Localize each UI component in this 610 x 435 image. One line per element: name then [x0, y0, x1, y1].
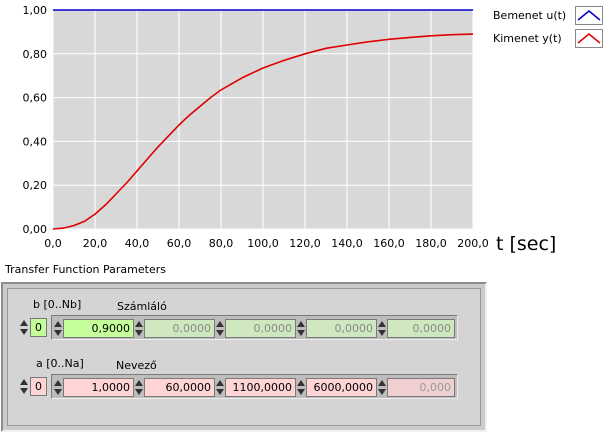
y-tick-labels: 0,00 0,20 0,40 0,60 0,80 1,00 [23, 4, 48, 236]
element-spinner[interactable] [378, 378, 387, 397]
a-element-1[interactable]: 60,0000 [135, 378, 215, 397]
element-spinner[interactable] [135, 319, 144, 338]
down-arrow-icon[interactable] [297, 389, 305, 395]
element-spinner[interactable] [54, 319, 63, 338]
up-arrow-icon[interactable] [216, 380, 224, 386]
x-tick-label: 180,0 [415, 237, 447, 250]
a-value-field[interactable]: 1,0000 [63, 378, 134, 397]
b-index-field[interactable]: 0 [30, 318, 47, 337]
x-tick-label: 200,0 [457, 237, 489, 250]
down-arrow-icon[interactable] [216, 389, 224, 395]
chart-legend: Bemenet u(t) Kimenet y(t) [488, 3, 608, 51]
y-tick-label: 0,20 [23, 179, 48, 192]
b-element-2[interactable]: 0,0000 [216, 319, 296, 338]
element-spinner[interactable] [297, 319, 306, 338]
x-tick-label: 80,0 [209, 237, 234, 250]
up-arrow-icon[interactable] [216, 321, 224, 327]
up-arrow-icon[interactable] [20, 379, 28, 385]
a-value-field[interactable]: 6000,0000 [306, 378, 377, 397]
x-tick-label: 120,0 [289, 237, 321, 250]
b-value-field[interactable]: 0,0000 [144, 319, 215, 338]
x-tick-label: 140,0 [331, 237, 363, 250]
b-index-spinner[interactable] [20, 318, 29, 337]
up-arrow-icon[interactable] [54, 380, 62, 386]
b-array-label: Számláló [117, 300, 167, 313]
up-arrow-icon[interactable] [135, 321, 143, 327]
element-spinner[interactable] [297, 378, 306, 397]
x-tick-label: 160,0 [373, 237, 405, 250]
up-arrow-icon[interactable] [297, 380, 305, 386]
element-spinner[interactable] [54, 378, 63, 397]
legend-item-output[interactable]: Kimenet y(t) [488, 28, 608, 50]
line-swatch-icon [575, 6, 603, 25]
a-element-4[interactable]: 0,000 [378, 378, 455, 397]
y-tick-label: 1,00 [23, 4, 48, 17]
b-value-field[interactable]: 0,0000 [306, 319, 377, 338]
a-index-field[interactable]: 0 [30, 377, 47, 396]
down-arrow-icon[interactable] [378, 330, 386, 336]
b-element-4[interactable]: 0,0000 [378, 319, 455, 338]
down-arrow-icon[interactable] [54, 389, 62, 395]
x-tick-label: 20,0 [83, 237, 108, 250]
down-arrow-icon[interactable] [378, 389, 386, 395]
x-tick-label: 100,0 [247, 237, 279, 250]
a-array-label: Nevező [116, 359, 157, 372]
a-value-field[interactable]: 0,000 [387, 378, 455, 397]
a-index-label: a [0..Na] [36, 357, 84, 370]
a-element-2[interactable]: 1100,0000 [216, 378, 296, 397]
b-element-3[interactable]: 0,0000 [297, 319, 377, 338]
b-element-1[interactable]: 0,0000 [135, 319, 215, 338]
y-tick-label: 0,40 [23, 135, 48, 148]
a-index-spinner[interactable] [20, 377, 29, 396]
element-spinner[interactable] [378, 319, 387, 338]
up-arrow-icon[interactable] [20, 320, 28, 326]
y-tick-label: 0,80 [23, 48, 48, 61]
legend-label: Kimenet y(t) [493, 32, 562, 45]
down-arrow-icon[interactable] [54, 330, 62, 336]
up-arrow-icon[interactable] [378, 380, 386, 386]
down-arrow-icon[interactable] [216, 330, 224, 336]
x-tick-label: 0,0 [44, 237, 62, 250]
b-element-0[interactable]: 0,9000 [54, 319, 134, 338]
down-arrow-icon[interactable] [20, 388, 28, 394]
b-value-field[interactable]: 0,0000 [225, 319, 296, 338]
x-tick-label: 40,0 [125, 237, 150, 250]
b-value-field[interactable]: 0,0000 [387, 319, 455, 338]
element-spinner[interactable] [216, 319, 225, 338]
a-array: 1,0000 60,0000 1100,0000 6000,0000 0,000 [51, 374, 458, 399]
y-tick-label: 0,60 [23, 92, 48, 105]
down-arrow-icon[interactable] [135, 389, 143, 395]
a-value-field[interactable]: 1100,0000 [225, 378, 296, 397]
b-index-label: b [0..Nb] [33, 298, 82, 311]
element-spinner[interactable] [135, 378, 144, 397]
x-axis-label: t [sec] [496, 233, 556, 255]
x-tick-labels: 0,0 20,0 40,0 60,0 80,0 100,0 120,0 140,0 160,0 1… [44, 237, 489, 250]
legend-label: Bemenet u(t) [493, 9, 567, 22]
up-arrow-icon[interactable] [135, 380, 143, 386]
b-array: 0,9000 0,0000 0,0000 0,0000 0,0000 [51, 315, 458, 340]
up-arrow-icon[interactable] [378, 321, 386, 327]
a-element-0[interactable]: 1,0000 [54, 378, 134, 397]
down-arrow-icon[interactable] [297, 330, 305, 336]
down-arrow-icon[interactable] [20, 329, 28, 335]
a-element-3[interactable]: 6000,0000 [297, 378, 377, 397]
a-value-field[interactable]: 60,0000 [144, 378, 215, 397]
up-arrow-icon[interactable] [54, 321, 62, 327]
line-swatch-icon [575, 29, 603, 48]
y-tick-label: 0,00 [23, 223, 48, 236]
panel-title: Transfer Function Parameters [5, 263, 166, 276]
down-arrow-icon[interactable] [135, 330, 143, 336]
x-tick-label: 60,0 [167, 237, 192, 250]
up-arrow-icon[interactable] [297, 321, 305, 327]
element-spinner[interactable] [216, 378, 225, 397]
legend-item-input[interactable]: Bemenet u(t) [488, 5, 608, 27]
b-value-field[interactable]: 0,9000 [63, 319, 134, 338]
